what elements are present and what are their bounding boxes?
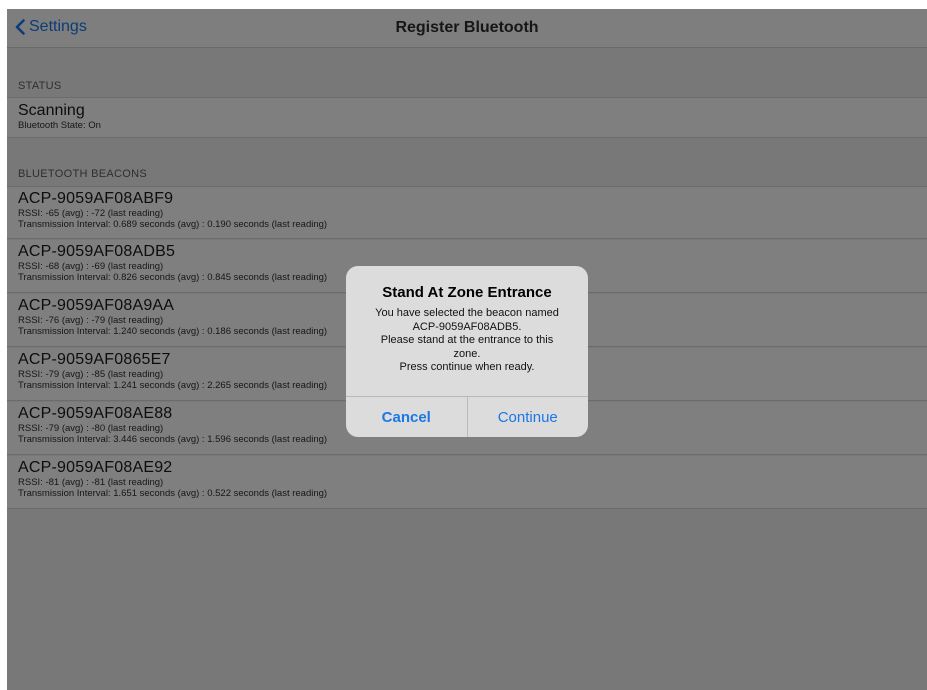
continue-button[interactable]: Continue xyxy=(468,397,589,437)
status-subtitle: Bluetooth State: On xyxy=(18,120,101,131)
alert-dialog: Stand At Zone Entrance You have selected… xyxy=(346,266,588,437)
cancel-button[interactable]: Cancel xyxy=(346,397,468,437)
beacon-name: ACP-9059AF08ABF9 xyxy=(18,190,174,207)
beacons-section-header: BLUETOOTH BEACONS xyxy=(18,168,147,180)
navigation-bar: Settings Register Bluetooth xyxy=(7,9,927,48)
alert-button-bar: Cancel Continue xyxy=(346,396,588,437)
beacon-name: ACP-9059AF08AE92 xyxy=(18,459,173,476)
page-title: Register Bluetooth xyxy=(395,19,539,36)
app-screen: Settings Register Bluetooth STATUS Scann… xyxy=(7,9,927,690)
status-section-header: STATUS xyxy=(18,80,62,92)
beacon-name: ACP-9059AF08ADB5 xyxy=(18,243,176,260)
beacon-rssi: RSSI: -65 (avg) : -72 (last reading) xyxy=(18,208,164,219)
beacon-interval: Transmission Interval: 0.689 seconds (av… xyxy=(18,219,328,230)
beacon-row[interactable]: ACP-9059AF08AE92 RSSI: -81 (avg) : -81 (l… xyxy=(7,456,927,509)
beacon-interval: Transmission Interval: 1.651 seconds (av… xyxy=(18,488,328,499)
status-title: Scanning xyxy=(18,102,85,119)
beacon-rssi: RSSI: -81 (avg) : -81 (last reading) xyxy=(18,477,164,488)
alert-message: You have selected the beacon named ACP-9… xyxy=(375,307,559,373)
alert-title: Stand At Zone Entrance xyxy=(382,284,552,301)
beacon-row[interactable]: ACP-9059AF08ABF9 RSSI: -65 (avg) : -72 (l… xyxy=(7,186,927,239)
status-cell: Scanning Bluetooth State: On xyxy=(7,97,927,138)
